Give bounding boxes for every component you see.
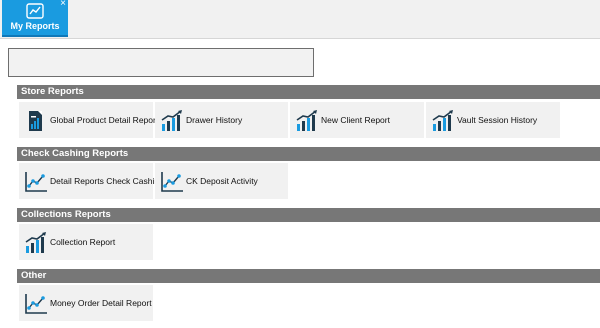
section-header-collections-reports: Collections Reports: [17, 208, 600, 222]
tab-active-indicator: [2, 35, 68, 37]
report-tile-label: Detail Reports Check Cashing: [50, 176, 164, 186]
report-tile-label: CK Deposit Activity: [186, 176, 258, 186]
reports-icon: [26, 3, 44, 19]
bar-chart-trend-icon: [432, 110, 453, 131]
report-tile-collection-report[interactable]: Collection Report: [19, 224, 153, 260]
report-tile-detail-reports-check-cashing[interactable]: Detail Reports Check Cashing: [19, 163, 164, 199]
tab-label: My Reports: [10, 21, 60, 31]
report-tile-vault-session-history[interactable]: Vault Session History: [426, 102, 560, 138]
bar-chart-trend-icon: [296, 110, 317, 131]
section-header-other: Other: [17, 269, 600, 283]
line-chart-icon: [25, 294, 47, 314]
report-tile-label: New Client Report: [321, 115, 390, 125]
top-bar: My Reports ×: [0, 0, 600, 39]
section-header-store-reports: Store Reports: [17, 85, 600, 99]
report-tile-new-client[interactable]: New Client Report: [290, 102, 424, 138]
report-tile-label: Global Product Detail Report: [50, 115, 159, 125]
bar-chart-trend-icon: [25, 232, 46, 253]
report-tile-label: Money Order Detail Report: [50, 298, 152, 308]
search-input[interactable]: [8, 48, 314, 77]
report-tile-label: Vault Session History: [457, 115, 538, 125]
section-header-check-cashing-reports: Check Cashing Reports: [17, 147, 600, 161]
report-tile-label: Drawer History: [186, 115, 243, 125]
bar-chart-trend-icon: [161, 110, 182, 131]
report-tile-ck-deposit-activity[interactable]: CK Deposit Activity: [155, 163, 288, 199]
close-icon[interactable]: ×: [60, 0, 66, 9]
report-tile-label: Collection Report: [50, 237, 116, 247]
tab-my-reports[interactable]: My Reports ×: [2, 0, 68, 36]
report-tile-global-product-detail[interactable]: Global Product Detail Report: [19, 102, 158, 138]
report-tile-drawer-history[interactable]: Drawer History: [155, 102, 288, 138]
report-tile-money-order-detail[interactable]: Money Order Detail Report: [19, 285, 153, 321]
document-chart-icon: [29, 111, 42, 131]
line-chart-icon: [25, 172, 47, 192]
line-chart-icon: [161, 172, 183, 192]
